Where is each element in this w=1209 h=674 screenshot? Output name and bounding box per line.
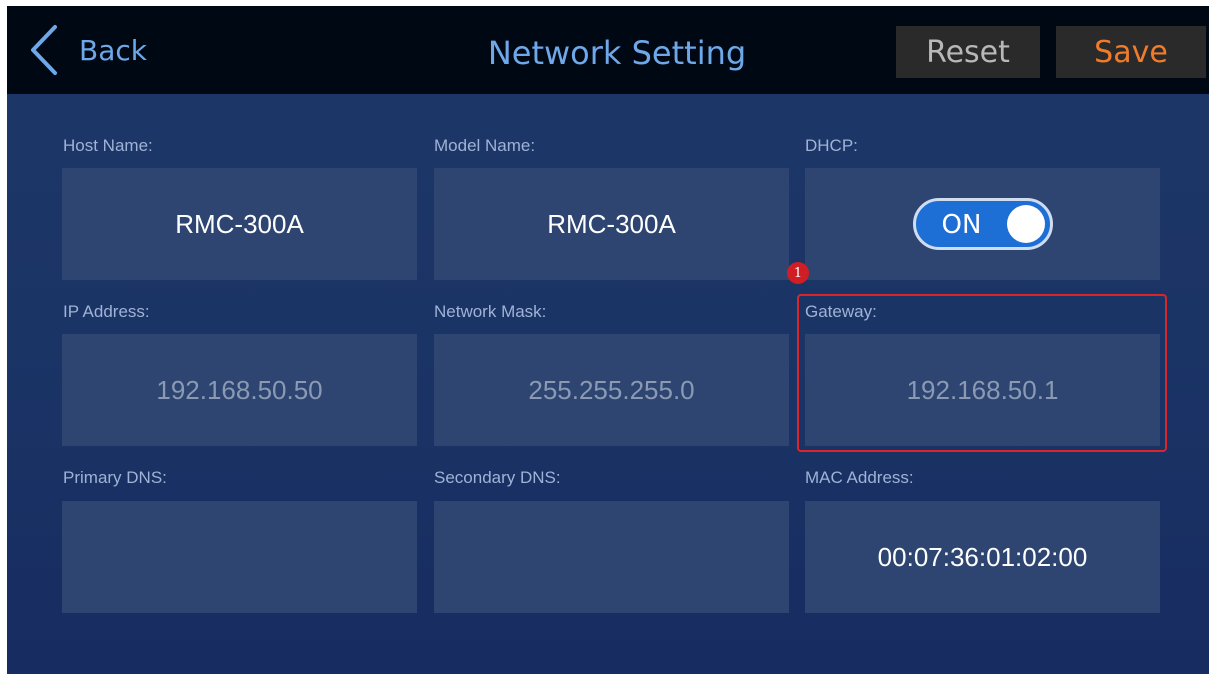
back-label: Back bbox=[79, 33, 147, 67]
primary-dns-label: Primary DNS: bbox=[63, 468, 167, 487]
secondary-dns-label: Secondary DNS: bbox=[434, 468, 561, 487]
dhcp-field: ON bbox=[805, 168, 1160, 280]
page-title: Network Setting bbox=[487, 34, 747, 72]
network-setting-screen: Back Network Setting Reset Save Host Nam… bbox=[7, 6, 1209, 674]
network-mask-label: Network Mask: bbox=[434, 302, 547, 321]
annotation-marker: 1 bbox=[787, 262, 809, 284]
dhcp-toggle-label: ON bbox=[941, 210, 982, 240]
secondary-dns-field[interactable] bbox=[434, 501, 789, 613]
network-mask-field[interactable]: 255.255.255.0 bbox=[434, 334, 789, 446]
ip-address-field[interactable]: 192.168.50.50 bbox=[62, 334, 417, 446]
primary-dns-field[interactable] bbox=[62, 501, 417, 613]
mac-address-field: 00:07:36:01:02:00 bbox=[805, 501, 1160, 613]
chevron-left-icon bbox=[29, 24, 59, 76]
reset-button[interactable]: Reset bbox=[896, 26, 1040, 78]
back-button[interactable]: Back bbox=[29, 24, 179, 76]
dhcp-toggle[interactable]: ON bbox=[912, 198, 1053, 250]
host-name-label: Host Name: bbox=[63, 136, 153, 155]
model-name-label: Model Name: bbox=[434, 136, 536, 155]
gateway-highlight-box bbox=[797, 294, 1167, 452]
toggle-knob bbox=[1006, 205, 1045, 243]
ip-address-label: IP Address: bbox=[63, 302, 150, 321]
top-bar: Back Network Setting Reset Save bbox=[7, 6, 1209, 94]
save-button[interactable]: Save bbox=[1056, 26, 1206, 78]
host-name-field[interactable]: RMC-300A bbox=[62, 168, 417, 280]
dhcp-label: DHCP: bbox=[805, 136, 858, 155]
model-name-field: RMC-300A bbox=[434, 168, 789, 280]
mac-address-label: MAC Address: bbox=[805, 468, 914, 487]
